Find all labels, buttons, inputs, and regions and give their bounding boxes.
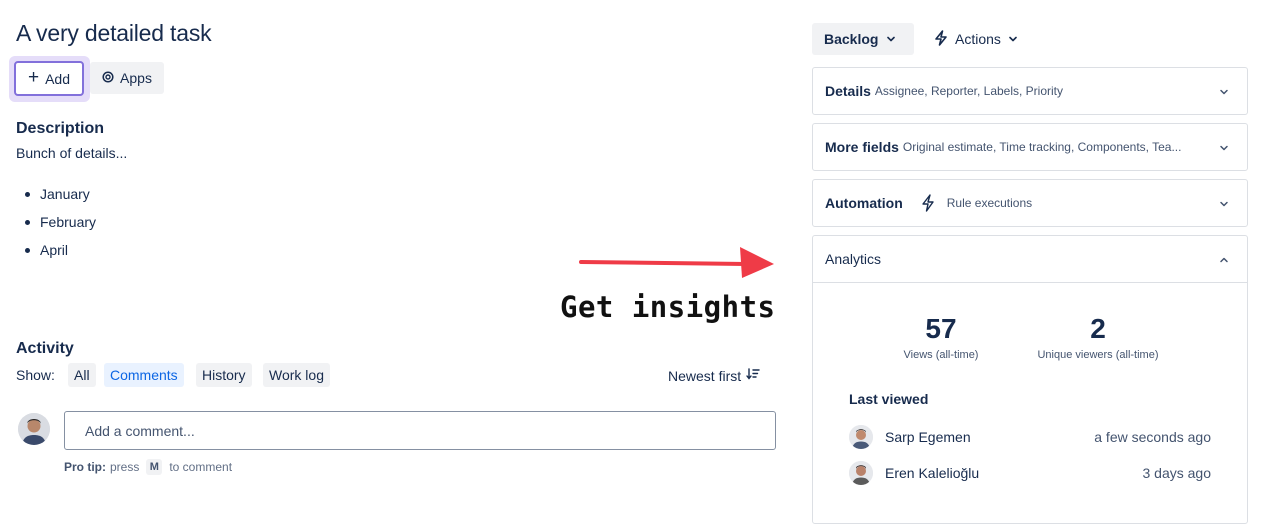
filter-work-log[interactable]: Work log: [263, 363, 330, 387]
lightning-icon: [921, 194, 935, 212]
filter-history[interactable]: History: [196, 363, 252, 387]
filter-comments[interactable]: Comments: [104, 363, 184, 387]
list-item: Sarp Egemen a few seconds ago: [849, 425, 1211, 449]
apps-button-label: Apps: [120, 70, 152, 86]
keyboard-shortcut-key: M: [146, 459, 163, 475]
views-value: 57: [925, 313, 957, 344]
bullet-icon: [25, 247, 30, 253]
add-button[interactable]: + Add: [14, 61, 84, 96]
viewer-time: a few seconds ago: [1094, 429, 1211, 445]
analytics-panel: Analytics 57 Views (all-time) 2 Unique v…: [812, 235, 1248, 524]
more-fields-panel-title: More fields: [825, 139, 899, 155]
details-panel[interactable]: Details Assignee, Reporter, Labels, Prio…: [812, 67, 1248, 115]
automation-panel-title: Automation: [825, 195, 903, 211]
comment-input[interactable]: Add a comment...: [64, 411, 776, 450]
issue-title[interactable]: A very detailed task: [16, 20, 212, 47]
chevron-down-icon[interactable]: [1219, 140, 1229, 158]
viewer-name: Sarp Egemen: [885, 429, 971, 445]
actions-dropdown[interactable]: Actions: [934, 23, 1018, 55]
sort-icon: [746, 367, 760, 384]
views-label: Views (all-time): [903, 349, 979, 361]
chevron-down-icon[interactable]: [1219, 196, 1229, 214]
chevron-up-icon[interactable]: [1219, 252, 1229, 270]
description-list: January February April: [16, 180, 96, 264]
apps-button[interactable]: Apps: [90, 62, 164, 94]
chevron-down-icon: [886, 31, 896, 47]
lightning-icon: [934, 29, 948, 49]
bullet-icon: [25, 191, 30, 197]
apps-icon: [102, 70, 114, 86]
avatar: [849, 425, 873, 449]
bullet-icon: [25, 219, 30, 225]
annotation-text: Get insights: [560, 290, 776, 324]
automation-panel-subtitle: Rule executions: [946, 196, 1033, 210]
viewer-name: Eren Kalelioğlu: [885, 465, 980, 481]
pro-tip-suffix: to comment: [169, 460, 233, 474]
automation-panel[interactable]: Automation Rule executions: [812, 179, 1248, 227]
filter-all[interactable]: All: [68, 363, 96, 387]
chevron-down-icon: [1008, 31, 1018, 47]
unique-viewers-stat: 2 Unique viewers (all-time): [1023, 313, 1173, 361]
details-panel-title: Details: [825, 83, 871, 99]
pro-tip: Pro tip: press M to comment: [64, 459, 232, 475]
sort-label: Newest first: [668, 367, 742, 384]
activity-heading: Activity: [16, 340, 74, 357]
list-item: February: [16, 208, 96, 236]
list-item: April: [16, 236, 96, 264]
plus-icon: +: [27, 67, 40, 88]
last-viewed-heading: Last viewed: [849, 391, 929, 407]
actions-label: Actions: [955, 31, 1001, 47]
chevron-down-icon[interactable]: [1219, 84, 1229, 102]
pro-tip-label: Pro tip:: [64, 460, 106, 474]
show-label: Show:: [16, 367, 55, 383]
details-panel-subtitle: Assignee, Reporter, Labels, Priority: [874, 84, 1064, 98]
analytics-panel-header[interactable]: Analytics: [813, 236, 1247, 282]
add-button-label: Add: [45, 70, 71, 87]
unique-viewers-label: Unique viewers (all-time): [1037, 349, 1159, 361]
more-fields-panel-subtitle: Original estimate, Time tracking, Compon…: [902, 140, 1182, 154]
viewer-time: 3 days ago: [1142, 465, 1212, 481]
unique-viewers-value: 2: [1090, 313, 1106, 344]
description-text[interactable]: Bunch of details...: [16, 145, 127, 161]
current-user-avatar: [18, 413, 50, 445]
status-label: Backlog: [824, 31, 879, 47]
annotation-arrow-icon: [578, 242, 778, 287]
views-stat: 57 Views (all-time): [891, 313, 991, 361]
list-item: Eren Kalelioğlu 3 days ago: [849, 461, 1211, 485]
description-heading: Description: [16, 120, 105, 137]
pro-tip-press: press: [110, 460, 140, 474]
analytics-body: 57 Views (all-time) 2 Unique viewers (al…: [813, 282, 1247, 523]
avatar: [849, 461, 873, 485]
list-item: January: [16, 180, 96, 208]
analytics-panel-title: Analytics: [825, 251, 882, 267]
status-dropdown[interactable]: Backlog: [812, 23, 914, 55]
sort-newest-first[interactable]: Newest first: [668, 367, 760, 384]
more-fields-panel[interactable]: More fields Original estimate, Time trac…: [812, 123, 1248, 171]
